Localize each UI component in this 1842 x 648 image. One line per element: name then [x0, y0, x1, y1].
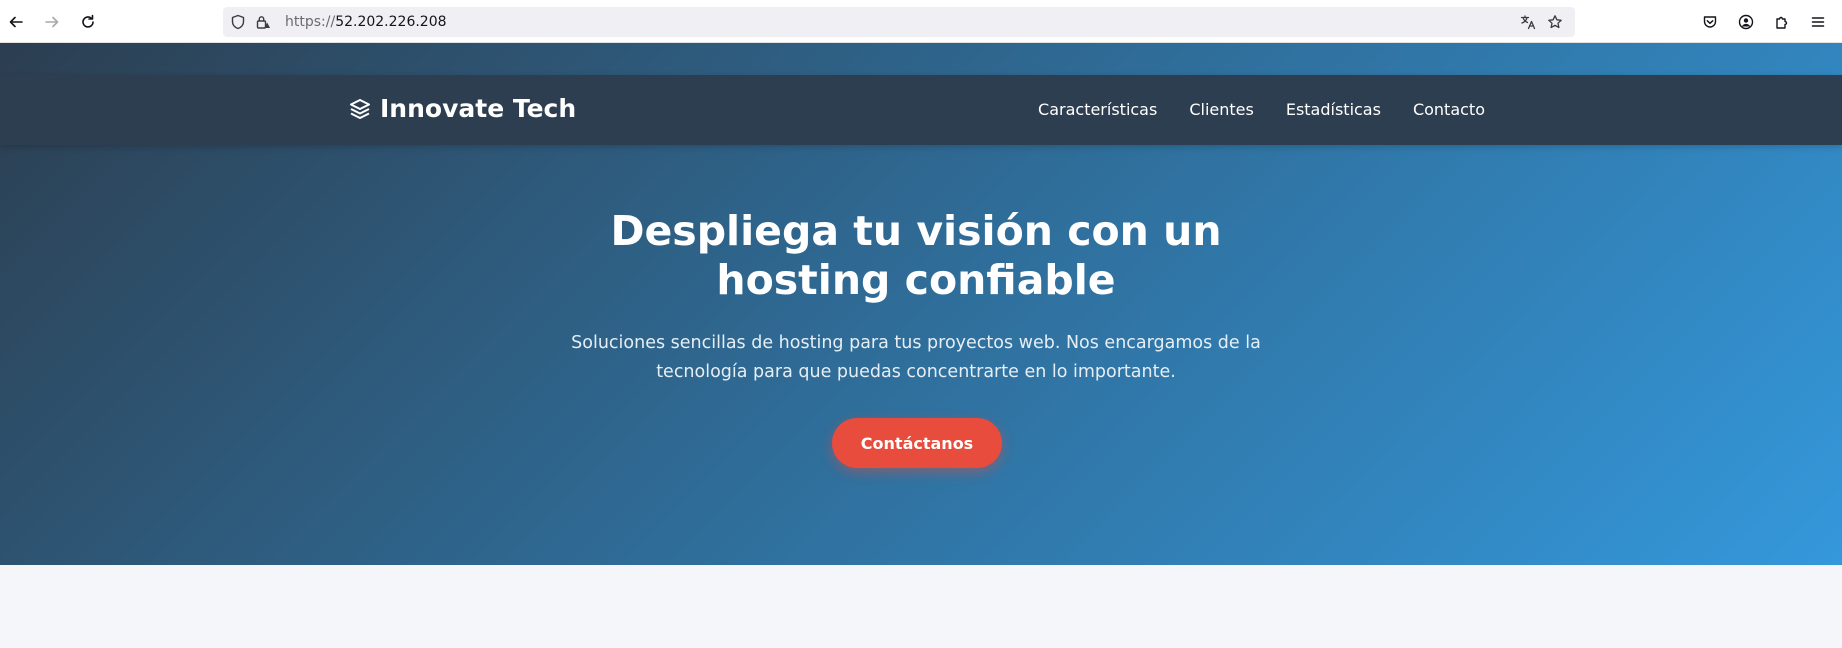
- arrow-left-icon: [9, 16, 23, 28]
- url-bar[interactable]: https://52.202.226.208: [223, 7, 1575, 37]
- nav-link-caracteristicas[interactable]: Características: [1038, 99, 1157, 121]
- brand-name: Innovate Tech: [380, 94, 577, 123]
- tracking-protection-button[interactable]: [230, 14, 246, 30]
- reload-button[interactable]: [76, 10, 100, 34]
- browser-toolbar: https://52.202.226.208: [0, 0, 1842, 43]
- shield-icon: [231, 14, 245, 30]
- hero-title: Despliega tu visión con un hosting confi…: [610, 207, 1222, 304]
- forward-button[interactable]: [40, 10, 64, 34]
- star-icon: [1548, 15, 1562, 29]
- bookmark-button[interactable]: [1547, 14, 1563, 30]
- layers-icon: [350, 99, 370, 119]
- puzzle-icon: [1776, 16, 1788, 29]
- nav-link-clientes[interactable]: Clientes: [1189, 99, 1254, 121]
- pocket-button[interactable]: [1698, 10, 1722, 34]
- contact-cta-button[interactable]: Contáctanos: [832, 418, 1002, 468]
- nav-links: Características Clientes Estadísticas Co…: [1038, 99, 1485, 121]
- arrow-right-icon: [45, 16, 59, 28]
- translate-icon: [1520, 15, 1536, 30]
- back-button[interactable]: [4, 10, 28, 34]
- url-text[interactable]: https://52.202.226.208: [285, 14, 447, 30]
- account-icon: [1738, 14, 1754, 30]
- reload-icon: [82, 14, 94, 28]
- site-info-button[interactable]: [255, 14, 271, 30]
- extensions-button[interactable]: [1770, 10, 1794, 34]
- account-button[interactable]: [1734, 10, 1758, 34]
- url-host: 52.202.226.208: [335, 14, 447, 30]
- brand-logo-link[interactable]: Innovate Tech: [348, 93, 576, 125]
- nav-link-contacto[interactable]: Contacto: [1413, 99, 1485, 121]
- translate-button[interactable]: [1520, 14, 1536, 30]
- content-section: [0, 565, 1842, 648]
- lock-warning-icon: [256, 16, 270, 29]
- app-menu-button[interactable]: [1806, 10, 1830, 34]
- url-scheme: https://: [285, 14, 336, 30]
- site-navbar: Innovate Tech Características Clientes E…: [0, 75, 1842, 145]
- nav-link-estadisticas[interactable]: Estadísticas: [1286, 99, 1381, 121]
- hero-subtitle: Soluciones sencillas de hosting para tus…: [571, 333, 1261, 382]
- hamburger-icon: [1811, 17, 1825, 27]
- hero-section: Innovate Tech Características Clientes E…: [0, 43, 1842, 565]
- pocket-icon: [1703, 16, 1717, 28]
